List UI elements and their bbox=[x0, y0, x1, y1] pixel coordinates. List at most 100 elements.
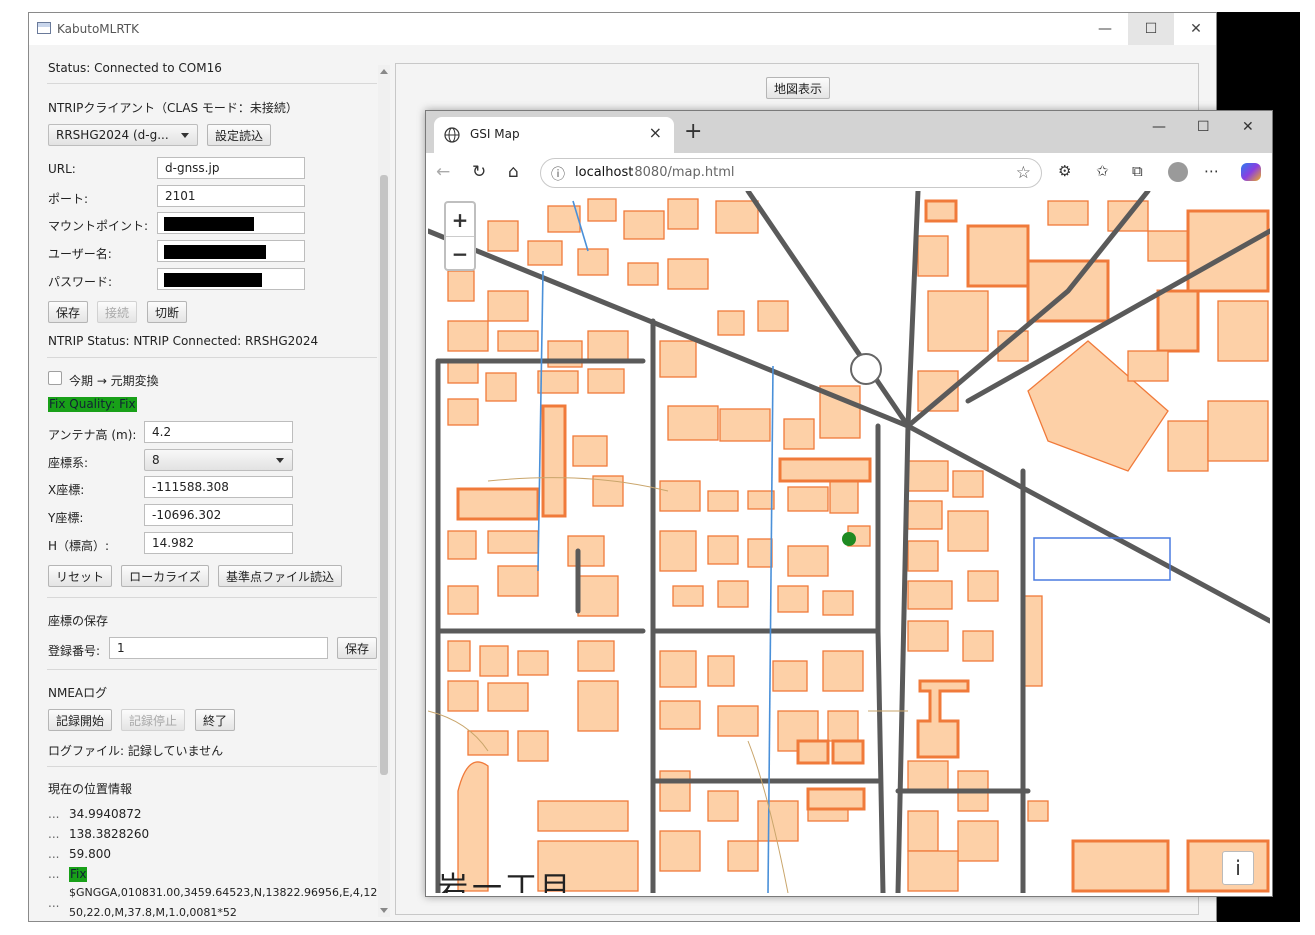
localize-button[interactable]: ローカライズ bbox=[121, 565, 209, 587]
left-panel: Status: Connected to COM16 NTRIPクライアント（C… bbox=[29, 45, 379, 921]
divider bbox=[47, 669, 377, 670]
divider bbox=[47, 766, 377, 767]
save-coords-button[interactable]: 保存 bbox=[337, 637, 377, 659]
coord-system-label: 座標系: bbox=[48, 456, 89, 470]
ntrip-profile-select[interactable]: RRSHG2024 (d-g... bbox=[48, 124, 198, 146]
divider bbox=[47, 597, 377, 598]
coord-system-select[interactable]: 8 bbox=[144, 449, 293, 471]
redaction-block bbox=[164, 245, 266, 259]
nmea-log-header: NMEAログ bbox=[48, 686, 108, 700]
gga-sentence-line-1: $GNGGA,010831.00,3459.64523,N,13822.9695… bbox=[69, 886, 379, 899]
site-info-icon[interactable]: ⓘ bbox=[551, 164, 565, 184]
tab-strip: GSI Map × + — ☐ ✕ bbox=[426, 111, 1272, 153]
row-prefix: ... bbox=[48, 807, 60, 821]
registration-number-label: 登録番号: bbox=[48, 644, 101, 658]
save-coords-header: 座標の保存 bbox=[48, 614, 109, 628]
ntrip-disconnect-button[interactable]: 切断 bbox=[147, 301, 187, 323]
app-icon bbox=[37, 22, 51, 34]
chevron-down-icon bbox=[276, 458, 284, 463]
registration-number-field[interactable]: 1 bbox=[109, 637, 328, 659]
scroll-up-icon[interactable] bbox=[380, 69, 388, 74]
row-prefix: ... bbox=[48, 827, 60, 841]
minimize-icon: — bbox=[1098, 21, 1112, 37]
ntrip-header: NTRIPクライアント（CLAS モード：未接続） bbox=[48, 101, 298, 115]
load-settings-button[interactable]: 設定読込 bbox=[207, 124, 271, 146]
reload-icon[interactable]: ↻ bbox=[472, 162, 486, 182]
start-recording-button[interactable]: 記録開始 bbox=[48, 709, 112, 731]
profile-avatar[interactable] bbox=[1168, 162, 1188, 182]
zoom-out-button[interactable]: − bbox=[446, 237, 474, 270]
more-menu-icon[interactable]: ⋯ bbox=[1204, 162, 1219, 180]
tab-gsi-map[interactable]: GSI Map × bbox=[434, 117, 674, 153]
tab-title: GSI Map bbox=[470, 127, 520, 141]
browser-minimize-icon[interactable]: — bbox=[1152, 119, 1166, 135]
extensions-icon[interactable]: ⚙ bbox=[1058, 162, 1071, 180]
browser-close-icon[interactable]: ✕ bbox=[1242, 119, 1254, 135]
favorites-icon[interactable]: ✩ bbox=[1096, 162, 1109, 180]
fix-quality-badge: Fix Quality: Fix bbox=[48, 397, 137, 412]
epoch-conversion-label: 今期 → 元期変換 bbox=[69, 374, 159, 388]
y-coord-field[interactable]: -10696.302 bbox=[144, 504, 293, 526]
ntrip-profile-value: RRSHG2024 (d-g... bbox=[56, 128, 169, 142]
current-location-marker bbox=[842, 532, 856, 546]
antenna-height-field[interactable]: 4.2 bbox=[144, 421, 293, 443]
row-prefix: ... bbox=[48, 896, 60, 910]
coord-system-value: 8 bbox=[152, 453, 160, 467]
url-field[interactable]: d-gnss.jp bbox=[157, 157, 305, 179]
browser-maximize-icon[interactable]: ☐ bbox=[1197, 119, 1210, 135]
ntrip-save-button[interactable]: 保存 bbox=[48, 301, 88, 323]
zoom-in-button[interactable]: + bbox=[446, 203, 474, 237]
info-button[interactable]: i bbox=[1222, 851, 1254, 885]
port-label: ポート: bbox=[48, 192, 89, 206]
new-tab-icon[interactable]: + bbox=[684, 119, 702, 144]
y-coord-label: Y座標: bbox=[48, 511, 84, 525]
height-field[interactable]: 14.982 bbox=[144, 532, 293, 554]
ntrip-status: NTRIP Status: NTRIP Connected: RRSHG2024 bbox=[48, 334, 319, 348]
url-host: localhost bbox=[575, 165, 634, 180]
altitude-value: 59.800 bbox=[69, 847, 111, 861]
show-map-button[interactable]: 地図表示 bbox=[766, 77, 830, 99]
map-view[interactable]: + − 岩一丁目 i bbox=[428, 191, 1270, 893]
window-title: KabutoMLRTK bbox=[57, 22, 139, 36]
ntrip-connect-button[interactable]: 接続 bbox=[97, 301, 137, 323]
close-button[interactable]: ✕ bbox=[1173, 13, 1219, 45]
collections-icon[interactable]: ⧉ bbox=[1132, 162, 1143, 180]
connection-status: Status: Connected to COM16 bbox=[48, 61, 222, 75]
latitude-value: 34.9940872 bbox=[69, 807, 142, 821]
divider bbox=[47, 357, 377, 358]
x-coord-field[interactable]: -111588.308 bbox=[144, 476, 293, 498]
gga-sentence-line-2: 50,22.0,M,37.8,M,1.0,0081*52 bbox=[69, 906, 237, 919]
longitude-value: 138.3828260 bbox=[69, 827, 150, 841]
back-icon[interactable]: ← bbox=[436, 162, 450, 182]
scrollbar-thumb[interactable] bbox=[380, 175, 388, 775]
exit-button[interactable]: 終了 bbox=[195, 709, 235, 731]
username-label: ユーザー名: bbox=[48, 247, 112, 261]
port-field[interactable]: 2101 bbox=[157, 185, 305, 207]
maximize-button[interactable]: ☐ bbox=[1128, 13, 1174, 45]
browser-window: GSI Map × + — ☐ ✕ ← ↻ ⌂ ⓘ localhost :808… bbox=[425, 110, 1273, 897]
password-label: パスワード: bbox=[48, 275, 113, 289]
reset-button[interactable]: リセット bbox=[48, 565, 112, 587]
minimize-button[interactable]: — bbox=[1082, 13, 1128, 45]
left-panel-scrollbar[interactable] bbox=[378, 65, 390, 917]
mountpoint-label: マウントポイント: bbox=[48, 219, 149, 233]
fix-status-badge: Fix bbox=[69, 867, 88, 882]
redaction-block bbox=[164, 217, 254, 231]
browser-toolbar: ← ↻ ⌂ ⓘ localhost :8080/map.html ☆ ⚙ ✩ ⧉… bbox=[426, 153, 1272, 191]
close-tab-icon[interactable]: × bbox=[649, 123, 662, 142]
home-icon[interactable]: ⌂ bbox=[508, 162, 519, 182]
epoch-conversion-checkbox[interactable] bbox=[48, 371, 62, 385]
stop-recording-button[interactable]: 記録停止 bbox=[121, 709, 185, 731]
current-position-header: 現在の位置情報 bbox=[48, 782, 133, 796]
favorite-star-icon[interactable]: ☆ bbox=[1016, 163, 1031, 183]
row-prefix: ... bbox=[48, 867, 60, 881]
height-label: H（標高）: bbox=[48, 539, 110, 553]
load-reference-file-button[interactable]: 基準点ファイル読込 bbox=[218, 565, 342, 587]
scroll-down-icon[interactable] bbox=[380, 908, 388, 913]
row-prefix: ... bbox=[48, 847, 60, 861]
map-place-label: 岩一丁目 bbox=[438, 871, 574, 893]
copilot-icon[interactable] bbox=[1241, 163, 1261, 181]
divider bbox=[47, 83, 377, 84]
address-bar[interactable]: ⓘ localhost :8080/map.html ☆ bbox=[540, 158, 1042, 188]
maximize-icon: ☐ bbox=[1144, 21, 1158, 37]
